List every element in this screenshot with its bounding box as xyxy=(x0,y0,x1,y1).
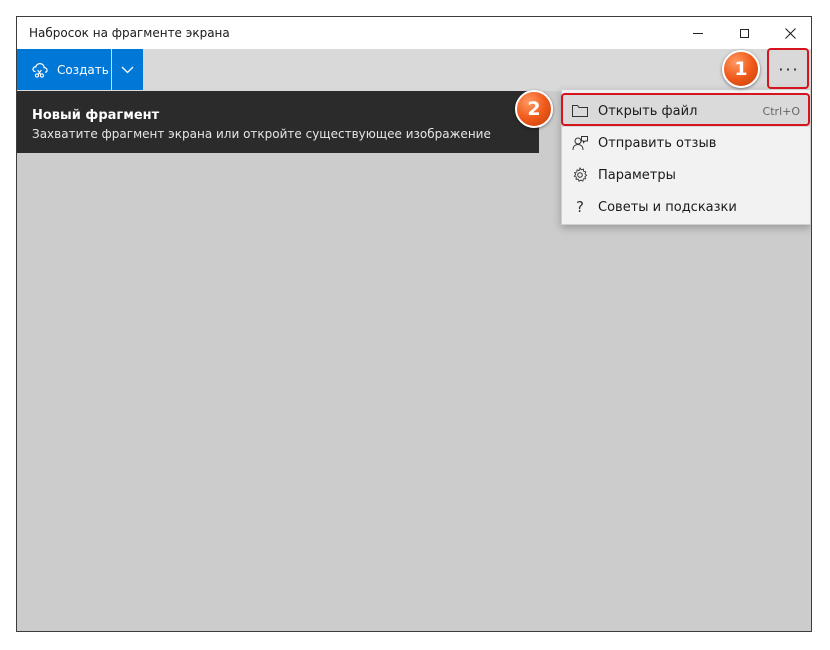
maximize-icon xyxy=(739,28,749,38)
folder-icon xyxy=(572,103,588,119)
menu-item-settings[interactable]: Параметры xyxy=(562,159,810,191)
step-badge-2: 2 xyxy=(515,90,553,128)
new-snip-tooltip: Новый фрагмент Захватите фрагмент экрана… xyxy=(17,91,539,153)
more-options-button[interactable]: ··· xyxy=(769,49,809,90)
menu-item-shortcut: Ctrl+O xyxy=(762,104,800,118)
feedback-icon xyxy=(572,135,588,151)
more-options-menu: Открыть файл Ctrl+O Отправить отзыв Пара… xyxy=(561,89,811,225)
more-icon: ··· xyxy=(778,60,800,79)
tooltip-description: Захватите фрагмент экрана или откройте с… xyxy=(32,127,491,141)
question-icon: ? xyxy=(576,198,584,216)
menu-item-label: Параметры xyxy=(598,167,676,183)
menu-item-label: Отправить отзыв xyxy=(598,135,717,151)
title-bar: Набросок на фрагменте экрана xyxy=(17,17,811,49)
close-icon xyxy=(784,27,796,39)
tooltip-title: Новый фрагмент xyxy=(32,108,160,123)
create-button[interactable]: Создать xyxy=(17,49,111,90)
menu-item-label: Открыть файл xyxy=(598,103,698,119)
create-button-label: Создать xyxy=(57,62,109,77)
minimize-icon xyxy=(693,32,703,34)
menu-item-label: Советы и подсказки xyxy=(598,199,737,215)
toolbar: Создать ··· xyxy=(17,49,811,91)
step-badge-1: 1 xyxy=(722,50,760,88)
gear-icon xyxy=(572,167,588,183)
chevron-down-icon xyxy=(121,66,134,73)
menu-item-open-file[interactable]: Открыть файл Ctrl+O xyxy=(562,95,810,127)
create-dropdown-button[interactable] xyxy=(112,49,143,90)
close-button[interactable] xyxy=(767,17,811,49)
snip-icon xyxy=(31,61,49,79)
maximize-button[interactable] xyxy=(721,17,767,49)
app-window: Набросок на фрагменте экрана Создать ···… xyxy=(16,16,812,632)
menu-item-tips[interactable]: ? Советы и подсказки xyxy=(562,191,810,223)
minimize-button[interactable] xyxy=(675,17,721,49)
window-title: Набросок на фрагменте экрана xyxy=(29,26,230,40)
menu-item-send-feedback[interactable]: Отправить отзыв xyxy=(562,127,810,159)
